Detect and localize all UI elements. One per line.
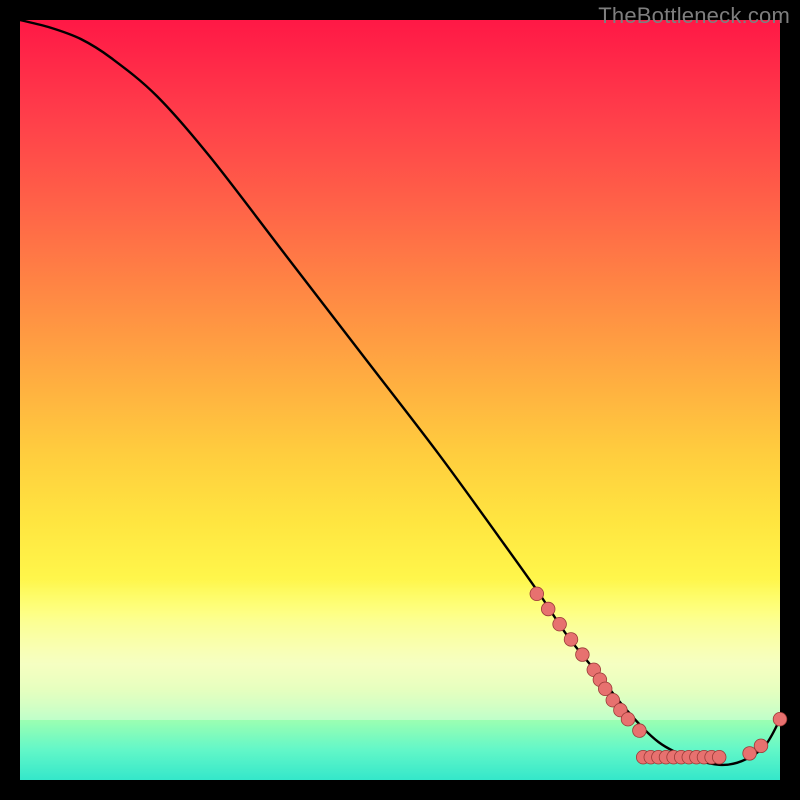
data-point: [530, 587, 544, 601]
data-point: [773, 712, 787, 726]
data-point: [743, 747, 757, 761]
data-point: [553, 617, 567, 631]
data-point: [564, 633, 578, 647]
data-point: [754, 739, 768, 753]
attribution-watermark: TheBottleneck.com: [598, 3, 790, 29]
bottleneck-curve: [20, 20, 780, 765]
curve-markers: [530, 587, 787, 764]
data-point: [576, 648, 590, 662]
stage: TheBottleneck.com: [0, 0, 800, 800]
chart-overlay: [20, 20, 780, 780]
data-point: [541, 602, 555, 616]
data-point: [712, 750, 726, 764]
data-point: [621, 712, 635, 726]
data-point: [598, 682, 612, 696]
data-point: [633, 724, 647, 738]
